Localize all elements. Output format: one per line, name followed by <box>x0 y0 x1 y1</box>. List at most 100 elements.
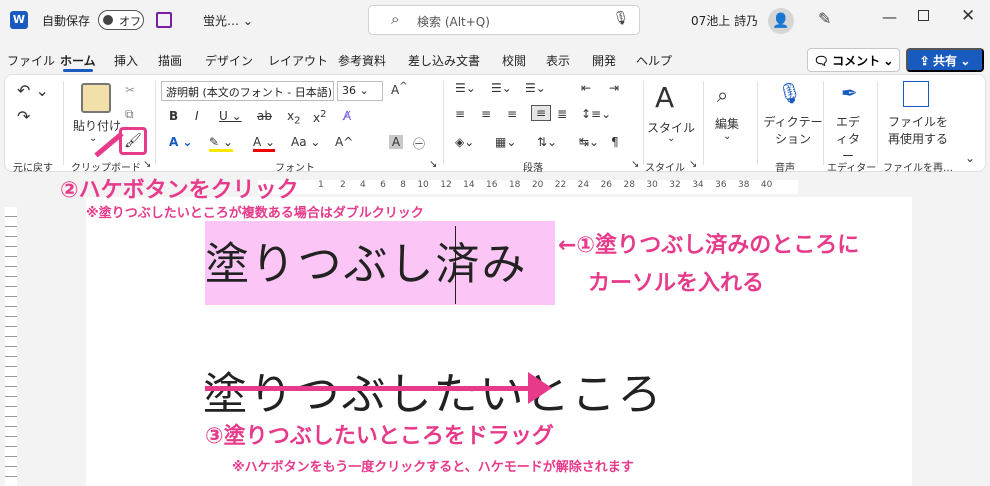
tab-help[interactable]: ヘルプ <box>636 52 672 69</box>
tab-file[interactable]: ファイル <box>7 52 55 69</box>
document-line-1[interactable]: 塗りつぶし済み <box>205 228 527 292</box>
clipboard-launcher-icon[interactable]: ↘ <box>143 159 151 170</box>
tab-draw[interactable]: 描画 <box>158 52 182 69</box>
decrease-indent-icon[interactable]: ⇤ <box>581 81 591 95</box>
editing-button[interactable]: 編集 <box>715 115 739 132</box>
vertical-ruler-ticks <box>5 207 17 486</box>
paste-icon[interactable] <box>81 83 111 113</box>
strikethrough-icon[interactable]: ab <box>257 109 272 123</box>
clear-formatting-icon[interactable]: A̸ <box>343 109 351 123</box>
cut-icon[interactable]: ✂ <box>125 83 135 97</box>
drag-arrow-head <box>528 372 552 404</box>
borders-icon[interactable]: ▦⌄ <box>495 135 516 149</box>
subscript-icon[interactable]: x2 <box>287 109 300 126</box>
styles-launcher-icon[interactable]: ↘ <box>689 159 697 170</box>
tab-mailings[interactable]: 差し込み文書 <box>408 52 480 69</box>
tab-insert[interactable]: 挿入 <box>114 52 138 69</box>
align-right-icon[interactable]: ≡ <box>507 107 517 121</box>
maximize-icon[interactable] <box>918 10 929 21</box>
microphone-icon[interactable]: 🎙 <box>777 81 802 105</box>
text-effects-icon[interactable]: A ⌄ <box>169 135 193 149</box>
tab-view[interactable]: 表示 <box>546 52 570 69</box>
styles-icon[interactable]: A <box>655 81 674 114</box>
superscript-icon[interactable]: x2 <box>313 109 326 125</box>
microphone-icon[interactable]: 🎙 <box>612 11 629 26</box>
numbering-icon[interactable]: ☰⌄ <box>491 81 512 95</box>
share-button[interactable]: ⇪ 共有 ⌄ <box>906 48 984 72</box>
annotation-step2-note: ※塗りつぶしたいところが複数ある場合はダブルクリック <box>86 206 424 221</box>
separator <box>877 81 878 165</box>
underline-icon[interactable]: U ⌄ <box>219 109 242 123</box>
grow-font-icon[interactable]: A^ <box>391 81 408 97</box>
align-center-icon[interactable]: ≡ <box>481 107 491 121</box>
voice-group-label: 音声 <box>775 163 795 174</box>
sort-icon[interactable]: ⇅⌄ <box>537 135 557 149</box>
line-spacing-icon[interactable]: ↕≡⌄ <box>581 107 611 121</box>
tab-references[interactable]: 参考資料 <box>338 52 386 69</box>
reuse-files-icon[interactable] <box>903 81 929 107</box>
minimize-icon[interactable]: — <box>882 8 897 26</box>
align-left-icon[interactable]: ≡ <box>455 107 465 121</box>
vertical-ruler <box>0 197 22 486</box>
shading-icon[interactable]: ◈⌄ <box>455 135 474 149</box>
font-color-icon[interactable]: A ⌄ <box>253 135 276 152</box>
show-marks-icon[interactable]: ¶ <box>611 135 619 149</box>
tab-developer[interactable]: 開発 <box>592 52 616 69</box>
editor-button[interactable]: エディター <box>831 113 865 164</box>
bullets-icon[interactable]: ☰⌄ <box>455 81 476 95</box>
copy-icon[interactable]: ⧉ <box>125 107 134 122</box>
tab-home[interactable]: ホーム <box>60 52 96 69</box>
character-shading-icon[interactable]: A <box>389 135 403 149</box>
dictation-button[interactable]: ディクテーション <box>763 113 823 147</box>
drag-arrow-line <box>205 386 543 391</box>
search-placeholder: 検索 (Alt+Q) <box>417 15 490 29</box>
change-case-icon[interactable]: Aa ⌄ <box>291 135 320 149</box>
editor-icon[interactable]: ✒ <box>841 81 858 105</box>
increase-indent-icon[interactable]: ⇥ <box>609 81 619 95</box>
highlight-color-icon[interactable]: ✎ ⌄ <box>209 135 233 152</box>
ribbon: ↶ ⌄ ↷ 元に戻す 貼り付け ⌄ ✂ ⧉ 🖌 クリップボード ↘ 游明朝 (本… <box>4 74 986 174</box>
comment-button[interactable]: 🗨 コメント ⌄ <box>807 48 900 72</box>
enclose-characters-icon[interactable]: ㊀ <box>413 135 425 152</box>
ruler-number-1: 1 <box>318 180 324 190</box>
collapse-ribbon-icon[interactable]: ⌄ <box>965 151 975 165</box>
reuse-files-button[interactable]: ファイルを再使用する <box>885 113 951 147</box>
separator <box>757 81 758 165</box>
close-icon[interactable]: ✕ <box>961 6 975 26</box>
bold-icon[interactable]: B <box>169 109 178 123</box>
save-icon[interactable] <box>156 12 172 28</box>
italic-icon[interactable]: I <box>195 109 199 123</box>
editing-dropdown-icon[interactable]: ⌄ <box>723 131 731 142</box>
distributed-icon[interactable]: ≣ <box>557 107 567 121</box>
undo-icon[interactable]: ↶ ⌄ <box>17 81 49 100</box>
search-input[interactable]: ⌕ 検索 (Alt+Q) 🎙 <box>368 5 640 35</box>
tab-layout[interactable]: レイアウト <box>268 52 328 69</box>
active-tab-indicator <box>63 69 93 72</box>
document-title[interactable]: 蛍光… ⌄ <box>203 12 253 29</box>
redo-icon[interactable]: ↷ <box>17 107 30 126</box>
paragraph-launcher-icon[interactable]: ↘ <box>631 159 639 170</box>
styles-group-label: スタイル <box>645 163 685 174</box>
font-launcher-icon[interactable]: ↘ <box>429 159 437 170</box>
annotation-step2: ②ハケボタンをクリック <box>60 178 299 203</box>
multilevel-list-icon[interactable]: ☰⌄ <box>525 81 546 95</box>
font-name-select[interactable]: 游明朝 (本文のフォント - 日本語) <box>161 81 334 101</box>
autosave-toggle[interactable]: オフ <box>98 10 144 30</box>
styles-dropdown-icon[interactable]: ⌄ <box>667 133 675 144</box>
separator <box>155 81 156 165</box>
highlighted-text-end: 済み <box>435 239 528 290</box>
text-direction-icon[interactable]: ↹⌄ <box>579 135 599 149</box>
paste-button[interactable]: 貼り付け <box>73 117 121 134</box>
avatar[interactable]: 👤 <box>768 8 794 34</box>
justify-icon[interactable]: ≡ <box>531 105 551 121</box>
tab-review[interactable]: 校閲 <box>502 52 526 69</box>
target-text: 塗りつぶしたい <box>203 369 526 420</box>
tab-design[interactable]: デザイン <box>205 52 253 69</box>
paste-dropdown-icon[interactable]: ⌄ <box>89 133 97 144</box>
font-size-select[interactable]: 36 ⌄ <box>337 81 383 101</box>
search-icon[interactable]: ⌕ <box>717 83 728 107</box>
phonetic-guide-icon[interactable]: A^ <box>335 135 353 149</box>
separator <box>63 81 64 165</box>
format-painter-icon[interactable]: 🖌 <box>119 127 147 155</box>
designer-pen-icon[interactable]: ✎ <box>818 9 831 28</box>
